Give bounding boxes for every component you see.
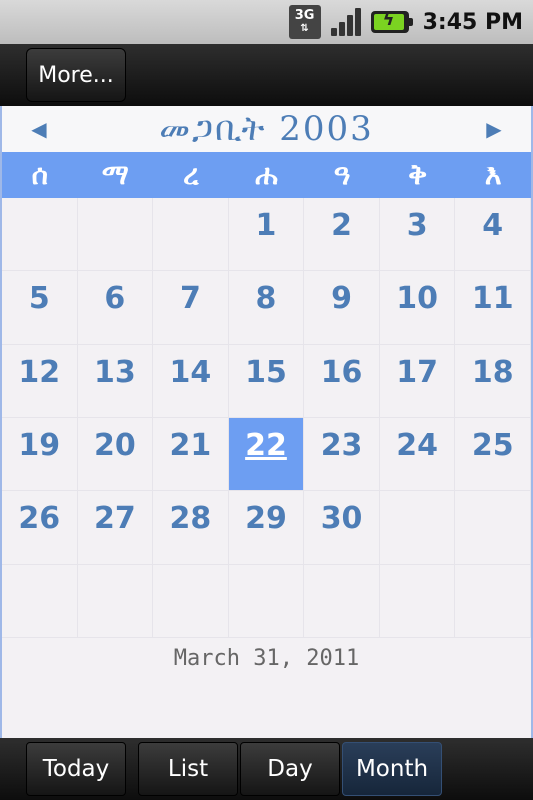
day-cell[interactable]: 14 <box>153 344 229 418</box>
calendar-panel: ◀ መጋቢት 2003 ▶ ሰ ማ ረ ሐ ዓ ቅ እ 1 2 3 4 5 6 … <box>0 106 533 738</box>
calendar-grid: 1 2 3 4 5 6 7 8 9 10 11 12 13 14 15 16 1… <box>2 198 531 638</box>
day-view-button[interactable]: Day <box>240 742 340 796</box>
day-cell[interactable]: 28 <box>153 491 229 565</box>
battery-charging-icon: ϟ <box>370 9 413 33</box>
network-label: 3G <box>294 8 315 23</box>
day-cell[interactable]: 3 <box>379 198 456 272</box>
status-bar: 3G ⇅ ϟ 3:45 PM <box>0 0 533 44</box>
day-cell-selected[interactable]: 22 <box>228 418 305 492</box>
day-cell[interactable] <box>455 491 531 565</box>
day-cell[interactable] <box>2 564 78 638</box>
day-cell[interactable]: 4 <box>455 198 531 272</box>
day-cell[interactable]: 11 <box>455 271 531 345</box>
weekday-label: እ <box>484 158 502 191</box>
day-cell[interactable]: 13 <box>77 344 154 418</box>
day-cell[interactable]: 9 <box>304 271 380 345</box>
day-cell[interactable]: 17 <box>379 344 456 418</box>
day-cell[interactable]: 30 <box>304 491 380 565</box>
day-cell[interactable]: 1 <box>228 198 305 272</box>
weekday-label: ረ <box>183 158 199 191</box>
day-cell[interactable]: 20 <box>77 418 154 492</box>
network-3g-icon: 3G ⇅ <box>288 5 321 39</box>
day-cell[interactable]: 23 <box>304 418 380 492</box>
day-cell[interactable]: 5 <box>2 271 78 345</box>
weekday-label: ሰ <box>31 158 48 191</box>
more-button[interactable]: More... <box>26 48 126 102</box>
day-cell[interactable]: 29 <box>228 491 305 565</box>
weekday-label: ዓ <box>333 158 351 191</box>
day-cell[interactable] <box>304 564 380 638</box>
weekday-label: ማ <box>101 158 129 191</box>
triangle-left-icon: ◀ <box>31 117 47 141</box>
day-cell[interactable] <box>228 564 305 638</box>
day-cell[interactable] <box>2 198 78 272</box>
day-cell[interactable] <box>77 198 154 272</box>
top-action-bar: More... <box>0 44 533 106</box>
list-view-button[interactable]: List <box>138 742 238 796</box>
day-cell[interactable]: 7 <box>153 271 229 345</box>
weekday-header-row: ሰ ማ ረ ሐ ዓ ቅ እ <box>2 152 531 198</box>
day-cell[interactable]: 26 <box>2 491 78 565</box>
day-cell[interactable]: 16 <box>304 344 380 418</box>
next-month-button[interactable]: ▶ <box>479 114 509 144</box>
month-header: ◀ መጋቢት 2003 ▶ <box>2 106 531 153</box>
day-cell[interactable]: 6 <box>77 271 154 345</box>
day-cell[interactable]: 21 <box>153 418 229 492</box>
day-cell[interactable]: 19 <box>2 418 78 492</box>
month-title: መጋቢት 2003 <box>159 109 374 149</box>
day-cell[interactable]: 10 <box>379 271 456 345</box>
weekday-label: ቅ <box>408 158 428 191</box>
status-icons: 3G ⇅ ϟ 3:45 PM <box>288 0 523 44</box>
day-cell[interactable] <box>379 491 456 565</box>
day-cell[interactable] <box>153 198 229 272</box>
day-cell[interactable]: 12 <box>2 344 78 418</box>
day-cell[interactable]: 27 <box>77 491 154 565</box>
day-cell[interactable]: 25 <box>455 418 531 492</box>
bottom-nav-bar: Today List Day Month <box>0 738 533 800</box>
day-cell[interactable]: 2 <box>304 198 380 272</box>
day-cell[interactable]: 15 <box>228 344 305 418</box>
weekday-label: ሐ <box>255 158 278 191</box>
day-cell[interactable]: 8 <box>228 271 305 345</box>
day-cell[interactable]: 18 <box>455 344 531 418</box>
signal-icon <box>329 6 363 38</box>
month-view-button[interactable]: Month <box>342 742 442 796</box>
gregorian-date-label: March 31, 2011 <box>173 645 360 671</box>
day-cell[interactable] <box>77 564 154 638</box>
prev-month-button[interactable]: ◀ <box>24 114 54 144</box>
today-button[interactable]: Today <box>26 742 126 796</box>
triangle-right-icon: ▶ <box>486 117 502 141</box>
day-cell[interactable] <box>455 564 531 638</box>
clock: 3:45 PM <box>422 9 523 35</box>
day-cell[interactable] <box>153 564 229 638</box>
day-cell[interactable] <box>379 564 456 638</box>
day-cell[interactable]: 24 <box>379 418 456 492</box>
